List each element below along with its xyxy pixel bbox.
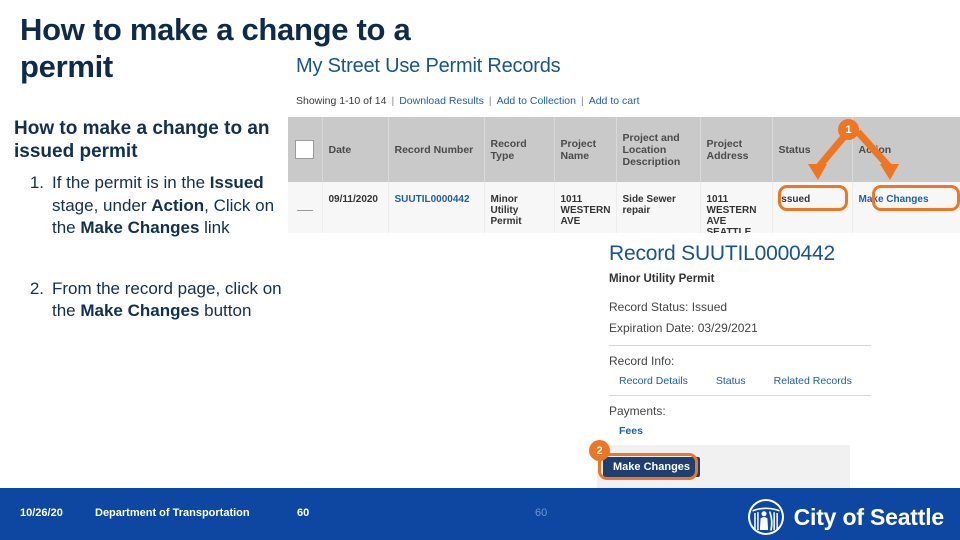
record-status-line: Record Status: Issued xyxy=(609,300,728,314)
highlight-action-make-changes xyxy=(872,185,960,211)
record-detail-title: Record SUUTIL0000442 xyxy=(609,242,835,265)
step-text: If the permit is in the Issued stage, un… xyxy=(52,173,275,238)
column-header-date[interactable]: Date xyxy=(322,117,389,182)
select-all-checkbox[interactable] xyxy=(295,140,315,159)
cell-record-type: Minor Utility Permit xyxy=(484,182,555,233)
record-detail-screenshot: Record SUUTIL0000442 Minor Utility Permi… xyxy=(597,240,960,488)
record-info-tabs: Record Details Status Related Records xyxy=(619,375,880,387)
column-header-record-number[interactable]: Record Number xyxy=(388,117,485,182)
city-of-seattle-logo: City of Seattle xyxy=(747,498,944,536)
highlight-make-changes-button xyxy=(598,453,698,480)
tab-related-records[interactable]: Related Records xyxy=(774,375,852,387)
footer-number: 60 xyxy=(297,507,310,519)
brand-text: City of Seattle xyxy=(793,503,945,530)
divider: | xyxy=(580,95,584,107)
slide-canvas: How to make a change to a permit How to … xyxy=(0,0,960,540)
record-detail-type: Minor Utility Permit xyxy=(609,273,715,285)
add-to-collection-link[interactable]: Add to Collection xyxy=(497,95,576,107)
steps-list: 1. If the permit is in the Issued stage,… xyxy=(14,172,314,361)
step-text: From the record page, click on the Make … xyxy=(52,278,282,321)
record-info-label: Record Info: xyxy=(609,354,675,368)
seattle-seal-icon xyxy=(747,499,784,535)
footer-department: Department of Transportation xyxy=(95,507,250,519)
cell-record-number: SUUTIL0000442 xyxy=(388,182,485,233)
slide-footer: 10/26/20 Department of Transportation 60… xyxy=(0,488,960,540)
fees-link[interactable]: Fees xyxy=(619,425,643,437)
cell-project-address: 1011 WESTERN AVE SEATTLE xyxy=(700,182,773,233)
column-header-location-description[interactable]: Project and Location Description xyxy=(616,117,701,182)
record-expiration-line: Expiration Date: 03/29/2021 xyxy=(609,321,758,335)
step-number: 1. xyxy=(29,173,44,192)
footer-page-number: 60 xyxy=(535,507,548,519)
cell-date: 09/11/2020 xyxy=(322,182,389,233)
page-title: How to make a change to a permit xyxy=(20,12,411,84)
results-toolbar: Showing 1-10 of 14 | Download Results | Add … xyxy=(296,95,640,107)
column-header-record-type[interactable]: Record Type xyxy=(484,117,555,182)
callout-badge-1: 1 xyxy=(838,119,859,140)
divider xyxy=(609,345,871,346)
callout-badge-2: 2 xyxy=(589,440,610,461)
highlight-status-issued xyxy=(778,185,848,211)
record-number-link[interactable]: SUUTIL0000442 xyxy=(395,194,470,205)
showing-count: Showing 1-10 of 14 xyxy=(296,95,387,107)
cell-project-name: 1011 WESTERN AVE xyxy=(554,182,617,233)
download-results-link[interactable]: Download Results xyxy=(399,95,484,107)
step-number: 2. xyxy=(29,278,44,298)
divider: | xyxy=(391,95,395,107)
column-header-project-name[interactable]: Project Name xyxy=(554,117,617,182)
divider: | xyxy=(488,95,492,107)
section-subheading: How to make a change to an issued permit xyxy=(14,118,270,163)
list-item: 2. From the record page, click on the Ma… xyxy=(14,278,314,323)
tab-record-details[interactable]: Record Details xyxy=(619,375,688,387)
list-item: 1. If the permit is in the Issued stage,… xyxy=(14,172,314,240)
tab-status[interactable]: Status xyxy=(716,375,746,387)
payments-label: Payments: xyxy=(609,404,666,418)
column-header-project-address[interactable]: Project Address xyxy=(700,117,773,182)
add-to-cart-link[interactable]: Add to cart xyxy=(589,95,640,107)
footer-date: 10/26/20 xyxy=(20,507,63,519)
cell-location-description: Side Sewer repair xyxy=(616,182,701,233)
divider xyxy=(609,395,871,396)
